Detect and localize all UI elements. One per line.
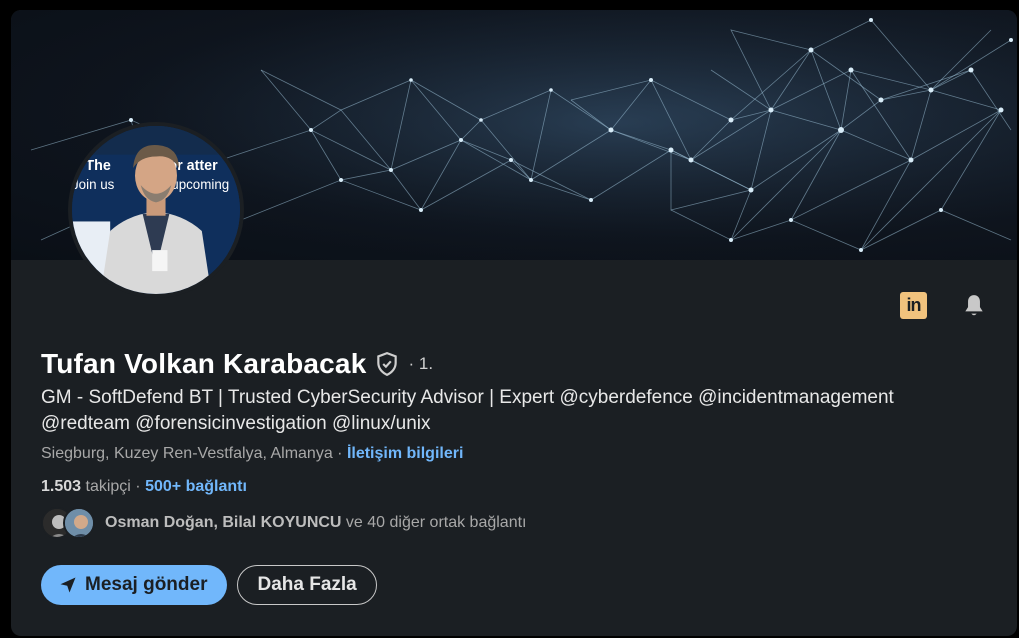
profile-action-buttons: Mesaj gönder Daha Fazla bbox=[41, 565, 377, 605]
mutual-names: Osman Doğan, Bilal KOYUNCU bbox=[105, 514, 342, 531]
profile-headline: GM - SoftDefend BT | Trusted CyberSecuri… bbox=[41, 387, 894, 434]
verified-shield-icon[interactable] bbox=[374, 351, 400, 377]
avatar-poster-text-2: Join us bbox=[72, 177, 115, 192]
mutual-connections-text: Osman Doğan, Bilal KOYUNCU ve 40 diğer o… bbox=[105, 514, 527, 532]
mutual-connections-row[interactable]: Osman Doğan, Bilal KOYUNCU ve 40 diğer o… bbox=[41, 507, 527, 539]
followers-row: 1.503 takipçi · 500+ bağlantı bbox=[41, 478, 247, 496]
connection-degree: · 1. bbox=[408, 354, 434, 373]
contact-info-link[interactable]: İletişim bilgileri bbox=[347, 445, 463, 462]
send-message-button[interactable]: Mesaj gönder bbox=[41, 565, 228, 605]
more-button[interactable]: Daha Fazla bbox=[237, 565, 377, 605]
profile-card: The for atter Join us upcoming in Tufan … bbox=[11, 10, 1017, 636]
connections-separator: · bbox=[135, 478, 146, 495]
avatar-poster-text-2b: upcoming bbox=[171, 177, 229, 192]
profile-name: Tufan Volkan Karabacak bbox=[41, 348, 367, 379]
profile-photo[interactable]: The for atter Join us upcoming bbox=[68, 122, 244, 298]
followers-count: 1.503 bbox=[41, 478, 82, 495]
connections-link[interactable]: 500+ bağlantı bbox=[145, 478, 247, 495]
bell-icon[interactable] bbox=[961, 293, 987, 319]
location-row: Siegburg, Kuzey Ren-Vestfalya, Almanya ·… bbox=[41, 445, 463, 463]
mutual-avatar-2 bbox=[63, 507, 95, 539]
send-message-label: Mesaj gönder bbox=[85, 574, 208, 595]
profile-top-actions: in bbox=[900, 292, 987, 319]
followers-label: takipçi bbox=[81, 478, 131, 495]
avatar-poster-text-1: The bbox=[85, 158, 110, 174]
profile-name-row: Tufan Volkan Karabacak · 1. bbox=[41, 348, 433, 380]
linkedin-logo-icon[interactable]: in bbox=[900, 292, 927, 319]
send-paper-plane-icon bbox=[60, 577, 76, 593]
mutual-avatar-2-image bbox=[65, 509, 93, 537]
profile-location: Siegburg, Kuzey Ren-Vestfalya, Almanya bbox=[41, 445, 333, 462]
location-separator: · bbox=[332, 445, 347, 462]
profile-photo-image: The for atter Join us upcoming bbox=[72, 126, 240, 294]
more-label: Daha Fazla bbox=[257, 574, 357, 595]
mutual-suffix: ve 40 diğer ortak bağlantı bbox=[341, 514, 527, 531]
